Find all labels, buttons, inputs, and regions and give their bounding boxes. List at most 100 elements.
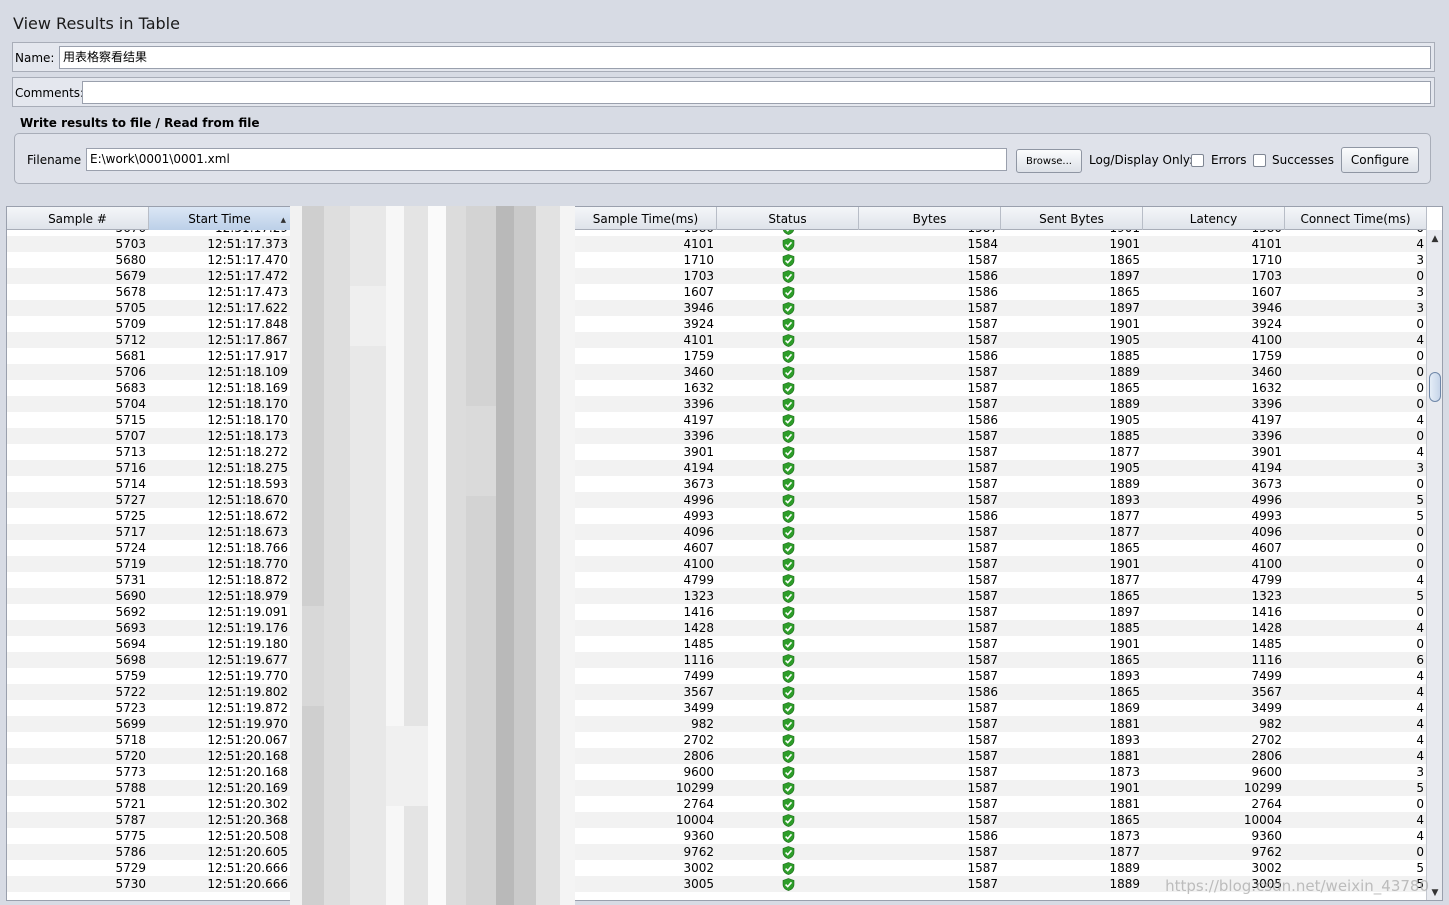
table-cell: 1587 xyxy=(967,477,998,491)
table-cell: 1759 xyxy=(683,349,714,363)
column-header-sample-time-ms[interactable]: Sample Time(ms) xyxy=(575,207,717,230)
table-body[interactable]: 567612:51:17.2915801587190115800570312:5… xyxy=(7,230,1427,900)
table-row[interactable]: 5698 12:51:19.677 1116 1587 1865 1116 6 xyxy=(7,652,1427,668)
table-cell: 12:51:18.593 xyxy=(207,477,288,491)
column-header-latency[interactable]: Latency xyxy=(1143,207,1285,230)
table-row[interactable]: 5786 12:51:20.605 9762 1587 1877 9762 0 xyxy=(7,844,1427,860)
table-row[interactable]: 5725 12:51:18.672 4993 1586 1877 4993 5 xyxy=(7,508,1427,524)
successes-label: Successes xyxy=(1272,153,1334,167)
filename-input[interactable]: E:\work\0001\0001.xml xyxy=(86,148,1007,171)
table-row[interactable]: 5719 12:51:18.770 4100 1587 1901 4100 0 xyxy=(7,556,1427,572)
table-row[interactable]: 5699 12:51:19.970 982 1587 1881 982 4 xyxy=(7,716,1427,732)
successes-checkbox[interactable] xyxy=(1253,154,1266,167)
table-row[interactable]: 5720 12:51:20.168 2806 1587 1881 2806 4 xyxy=(7,748,1427,764)
table-row[interactable]: 5729 12:51:20.666 3002 1587 1889 3002 5 xyxy=(7,860,1427,876)
table-row[interactable]: 5717 12:51:18.673 4096 1587 1877 4096 0 xyxy=(7,524,1427,540)
table-cell: 1710 xyxy=(683,253,714,267)
table-row[interactable]: 5681 12:51:17.917 1759 1586 1885 1759 0 xyxy=(7,348,1427,364)
table-row[interactable]: 5712 12:51:17.867 4101 1587 1905 4100 4 xyxy=(7,332,1427,348)
table-row[interactable]: 5759 12:51:19.770 7499 1587 1893 7499 4 xyxy=(7,668,1427,684)
table-row[interactable]: 5693 12:51:19.176 1428 1587 1885 1428 4 xyxy=(7,620,1427,636)
table-row[interactable]: 5718 12:51:20.067 2702 1587 1893 2702 4 xyxy=(7,732,1427,748)
table-row[interactable]: 5678 12:51:17.473 1607 1586 1865 1607 3 xyxy=(7,284,1427,300)
column-header-sample[interactable]: Sample # xyxy=(7,207,149,230)
table-cell: 3 xyxy=(1416,253,1424,267)
table-cell: 4101 xyxy=(683,237,714,251)
table-cell: 12:51:19.176 xyxy=(207,621,288,635)
table-row[interactable]: 5692 12:51:19.091 1416 1587 1897 1416 0 xyxy=(7,604,1427,620)
table-row[interactable]: 5721 12:51:20.302 2764 1587 1881 2764 0 xyxy=(7,796,1427,812)
table-cell: 3 xyxy=(1416,285,1424,299)
configure-button[interactable]: Configure xyxy=(1341,147,1419,173)
table-row[interactable]: 5715 12:51:18.170 4197 1586 1905 4197 4 xyxy=(7,412,1427,428)
table-cell: 1901 xyxy=(1109,237,1140,251)
status-success-icon xyxy=(717,620,859,636)
column-header-label: Status xyxy=(768,211,807,226)
table-cell: 1587 xyxy=(967,557,998,571)
table-row[interactable]: 5679 12:51:17.472 1703 1586 1897 1703 0 xyxy=(7,268,1427,284)
table-row[interactable]: 5713 12:51:18.272 3901 1587 1877 3901 4 xyxy=(7,444,1427,460)
table-row[interactable]: 5703 12:51:17.373 4101 1584 1901 4101 4 xyxy=(7,236,1427,252)
browse-button[interactable]: Browse... xyxy=(1016,149,1082,173)
errors-checkbox[interactable] xyxy=(1191,154,1204,167)
table-cell: 12:51:19.970 xyxy=(207,717,288,731)
table-row[interactable]: 5704 12:51:18.170 3396 1587 1889 3396 0 xyxy=(7,396,1427,412)
comments-input[interactable] xyxy=(82,81,1431,104)
table-row[interactable]: 5683 12:51:18.169 1632 1587 1865 1632 0 xyxy=(7,380,1427,396)
table-row[interactable]: 5723 12:51:19.872 3499 1587 1869 3499 4 xyxy=(7,700,1427,716)
table-cell: 1587 xyxy=(967,573,998,587)
scroll-up-arrow-icon[interactable]: ▲ xyxy=(1428,232,1442,246)
table-cell: 0 xyxy=(1416,845,1424,859)
table-row[interactable]: 5694 12:51:19.180 1485 1587 1901 1485 0 xyxy=(7,636,1427,652)
scroll-thumb[interactable] xyxy=(1429,372,1441,402)
table-cell: 3567 xyxy=(683,685,714,699)
column-header-status[interactable]: Status xyxy=(717,207,859,230)
table-cell: 3002 xyxy=(683,861,714,875)
table-row[interactable]: 5716 12:51:18.275 4194 1587 1905 4194 3 xyxy=(7,460,1427,476)
column-header-sent-bytes[interactable]: Sent Bytes xyxy=(1001,207,1143,230)
column-header-bytes[interactable]: Bytes xyxy=(859,207,1001,230)
vertical-scrollbar[interactable]: ▲ ▼ xyxy=(1426,230,1442,900)
table-row[interactable]: 5722 12:51:19.802 3567 1586 1865 3567 4 xyxy=(7,684,1427,700)
table-cell: 982 xyxy=(691,717,714,731)
table-row[interactable]: 5705 12:51:17.622 3946 1587 1897 3946 3 xyxy=(7,300,1427,316)
table-cell: 5679 xyxy=(115,269,146,283)
table-row[interactable]: 5787 12:51:20.368 10004 1587 1865 10004 4 xyxy=(7,812,1427,828)
table-cell: 1710 xyxy=(1251,253,1282,267)
table-row[interactable]: 5773 12:51:20.168 9600 1587 1873 9600 3 xyxy=(7,764,1427,780)
table-row[interactable]: 5707 12:51:18.173 3396 1587 1885 3396 0 xyxy=(7,428,1427,444)
table-cell: 1869 xyxy=(1109,701,1140,715)
table-cell: 10004 xyxy=(1243,813,1282,827)
table-cell: 5694 xyxy=(115,637,146,651)
table-cell: 1632 xyxy=(683,381,714,395)
table-cell: 2806 xyxy=(1251,749,1282,763)
table-row[interactable]: 5788 12:51:20.169 10299 1587 1901 10299 5 xyxy=(7,780,1427,796)
table-row[interactable]: 5709 12:51:17.848 3924 1587 1901 3924 0 xyxy=(7,316,1427,332)
table-cell: 1877 xyxy=(1109,525,1140,539)
table-row[interactable]: 5706 12:51:18.109 3460 1587 1889 3460 0 xyxy=(7,364,1427,380)
status-success-icon xyxy=(717,828,859,844)
table-cell: 12:51:17.470 xyxy=(207,253,288,267)
table-row[interactable]: 5690 12:51:18.979 1323 1587 1865 1323 5 xyxy=(7,588,1427,604)
column-header-start-time[interactable]: Start Time ▲ xyxy=(149,207,291,230)
table-row[interactable]: 5680 12:51:17.470 1710 1587 1865 1710 3 xyxy=(7,252,1427,268)
name-input[interactable]: 用表格察看结果 xyxy=(59,46,1431,69)
table-cell: 9762 xyxy=(683,845,714,859)
table-cell: 982 xyxy=(1259,717,1282,731)
table-cell: 12:51:18.169 xyxy=(207,381,288,395)
scroll-down-arrow-icon[interactable]: ▼ xyxy=(1428,886,1442,900)
table-row[interactable]: 5714 12:51:18.593 3673 1587 1889 3673 0 xyxy=(7,476,1427,492)
column-header-connect-time-ms[interactable]: Connect Time(ms) xyxy=(1285,207,1427,230)
table-row[interactable]: 5724 12:51:18.766 4607 1587 1865 4607 0 xyxy=(7,540,1427,556)
table-row[interactable]: 5731 12:51:18.872 4799 1587 1877 4799 4 xyxy=(7,572,1427,588)
table-row[interactable]: 5727 12:51:18.670 4996 1587 1893 4996 5 xyxy=(7,492,1427,508)
table-cell: 5680 xyxy=(115,253,146,267)
table-cell: 1586 xyxy=(967,685,998,699)
status-success-icon xyxy=(717,652,859,668)
table-cell: 0 xyxy=(1416,429,1424,443)
table-cell: 3 xyxy=(1416,301,1424,315)
table-row[interactable]: 5775 12:51:20.508 9360 1586 1873 9360 4 xyxy=(7,828,1427,844)
table-cell: 5 xyxy=(1416,781,1424,795)
table-cell: 1587 xyxy=(967,253,998,267)
table-cell: 1587 xyxy=(967,621,998,635)
